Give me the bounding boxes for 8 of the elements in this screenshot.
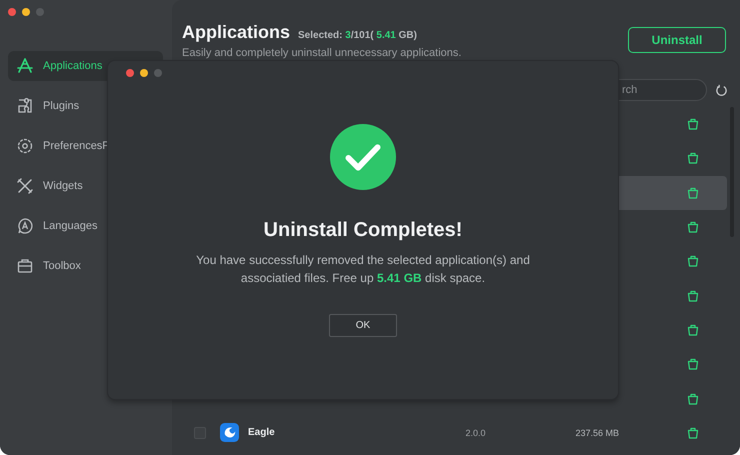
- page-title: Applications: [182, 22, 290, 43]
- page-subtitle: Easily and completely uninstall unnecessary applications.: [182, 47, 462, 59]
- dialog-message: You have successfully removed the selected application(s) and associatied files. Free up 5.41 GB disk space.: [195, 252, 531, 287]
- app-name: Eagle: [248, 427, 275, 438]
- selection-summary: Selected: 3/101( 5.41 GB): [298, 30, 417, 41]
- dialog-title: Uninstall Completes!: [264, 219, 462, 242]
- app-version: 2.0.0: [465, 428, 486, 438]
- app-size: 237.56 MB: [575, 428, 619, 438]
